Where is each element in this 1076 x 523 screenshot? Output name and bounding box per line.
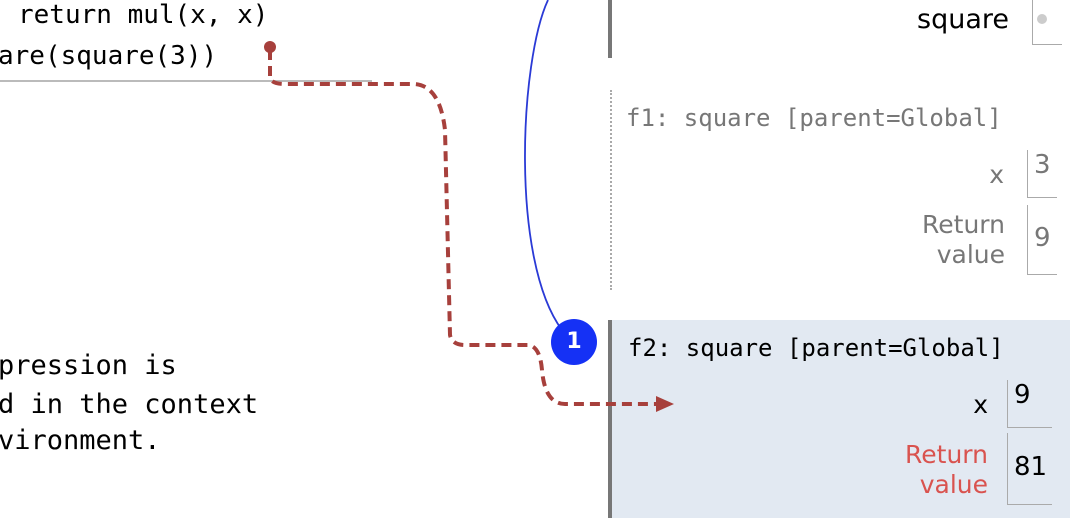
arrow-origin-dot: [264, 41, 276, 53]
step-badge: 1: [551, 319, 597, 365]
arrow-head-icon: [656, 396, 674, 412]
arrows-layer: [264, 0, 674, 412]
function-pointer-arrow: [524, 0, 563, 331]
return-arrow: [268, 50, 660, 406]
